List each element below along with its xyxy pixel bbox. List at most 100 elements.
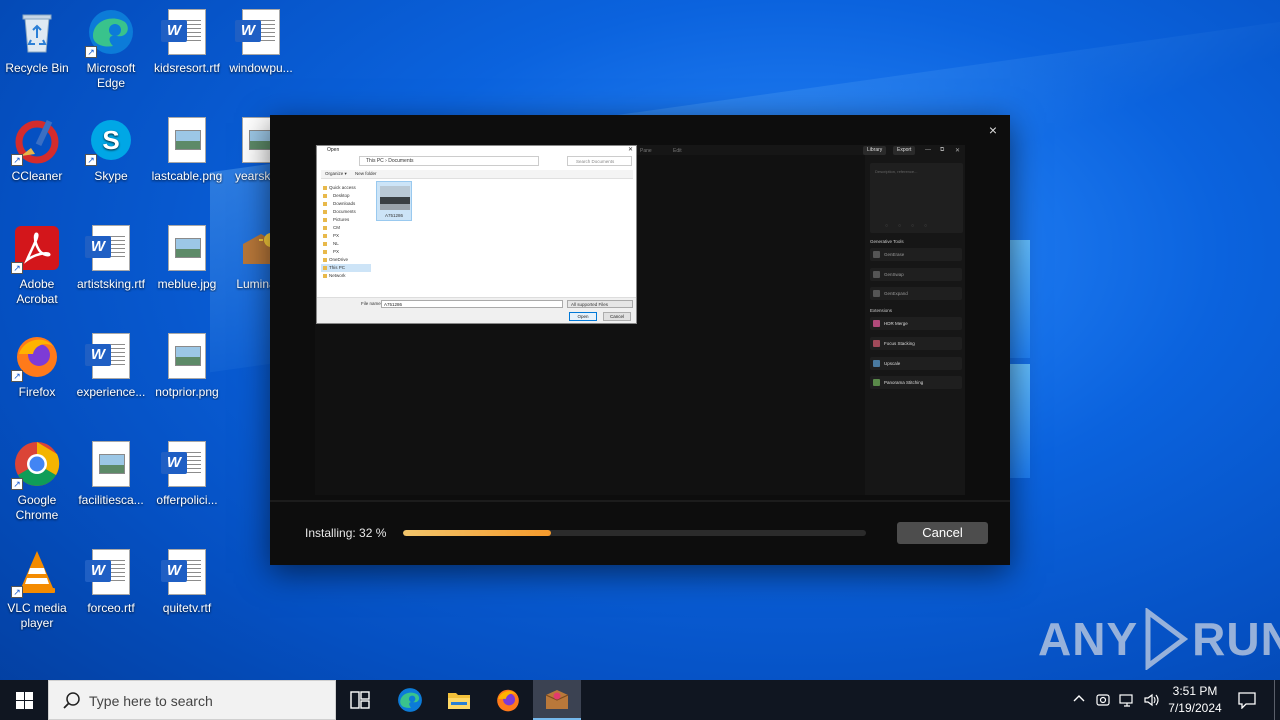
desktop-icon-label: meblue.jpg bbox=[157, 277, 217, 291]
taskbar: Type here to search 3:51 PM 7/19/2024 bbox=[0, 680, 1280, 720]
preview-extension-item: HDR Merge bbox=[870, 317, 962, 330]
desktop-icon-recycle-bin[interactable]: Recycle Bin bbox=[0, 0, 75, 104]
desktop-icon-vlc[interactable]: ↗ VLC media player bbox=[0, 540, 75, 644]
notification-icon[interactable] bbox=[1238, 691, 1256, 709]
preview-dialog-search: Search Documents bbox=[567, 156, 632, 166]
cancel-button[interactable]: Cancel bbox=[897, 522, 988, 544]
desktop-icon-label: Google Chrome bbox=[15, 493, 59, 522]
preview-export-button: Export bbox=[893, 146, 916, 155]
preview-top-text: Edit bbox=[673, 148, 682, 154]
word-doc-icon: W bbox=[85, 224, 135, 272]
desktop-icon-google-chrome[interactable]: ↗ Google Chrome bbox=[0, 432, 75, 536]
anyrun-watermark: ANY RUN bbox=[1038, 606, 1280, 672]
word-doc-icon: W bbox=[161, 440, 211, 488]
preview-filename-field: A751286 bbox=[381, 300, 563, 308]
desktop-icon-label: Skype bbox=[94, 169, 128, 183]
search-placeholder: Type here to search bbox=[89, 693, 213, 709]
start-button[interactable] bbox=[0, 680, 48, 720]
windows-logo-icon bbox=[15, 691, 33, 709]
installer-divider bbox=[270, 500, 1010, 502]
taskbar-clock[interactable]: 3:51 PM 7/19/2024 bbox=[1160, 683, 1230, 717]
installer-window: × Pane Edit Library Export — ⧉ ✕ Descrip… bbox=[270, 115, 1010, 565]
preview-prompt-placeholder: Description, reference... bbox=[875, 169, 918, 174]
preview-generative-item: GenExpand bbox=[870, 287, 962, 300]
desktop-icon-label: notprior.png bbox=[155, 385, 219, 399]
meet-now-icon[interactable] bbox=[1095, 692, 1111, 708]
preview-generative-item: GenErase bbox=[870, 248, 962, 261]
desktop-icon-windowpu[interactable]: W windowpu... bbox=[223, 0, 299, 104]
desktop-icon-ccleaner[interactable]: ↗ CCleaner bbox=[0, 108, 75, 212]
task-view-icon bbox=[350, 691, 370, 709]
desktop-icon-label: quitetv.rtf bbox=[162, 601, 212, 615]
desktop-icon-adobe-acrobat[interactable]: ↗ Adobe Acrobat bbox=[0, 216, 75, 320]
play-triangle-icon bbox=[1145, 608, 1189, 670]
taskbar-file-explorer-button[interactable] bbox=[435, 680, 483, 720]
preview-dialog-new-folder: New folder bbox=[355, 171, 377, 176]
desktop-icon-notprior[interactable]: notprior.png bbox=[149, 324, 225, 428]
desktop-icon-label: CCleaner bbox=[11, 169, 63, 183]
image-file-icon bbox=[163, 116, 211, 164]
preview-item-label: GenSwap bbox=[884, 272, 904, 277]
taskbar-search-box[interactable]: Type here to search bbox=[48, 680, 336, 720]
preview-dialog-toolbar: Organize ▾ New folder bbox=[321, 170, 633, 179]
preview-item-label: GenExpand bbox=[884, 291, 908, 296]
chevron-up-icon[interactable] bbox=[1071, 692, 1087, 708]
word-doc-icon: W bbox=[161, 8, 211, 56]
desktop-icon-artistsking[interactable]: W artistsking.rtf bbox=[73, 216, 149, 320]
desktop-icon-forceo[interactable]: W forceo.rtf bbox=[73, 540, 149, 644]
desktop-icon-offerpolici[interactable]: W offerpolici... bbox=[149, 432, 225, 536]
show-desktop-button[interactable] bbox=[1274, 680, 1275, 720]
preview-nav-item: PX bbox=[321, 232, 371, 240]
search-icon bbox=[63, 692, 80, 709]
desktop-icon-microsoft-edge[interactable]: ↗ Microsoft Edge bbox=[73, 0, 149, 104]
preview-dialog-bottom: File name: A751286 All supported Files O… bbox=[317, 297, 636, 323]
clock-date: 7/19/2024 bbox=[1168, 701, 1222, 715]
installer-preview-screenshot: Pane Edit Library Export — ⧉ ✕ Descripti… bbox=[315, 145, 965, 495]
network-icon[interactable] bbox=[1119, 692, 1135, 708]
preview-panel-tools: ○○○○ bbox=[885, 223, 938, 229]
firefox-icon bbox=[497, 689, 519, 712]
task-view-button[interactable] bbox=[336, 680, 384, 720]
preview-extension-item: Focus Stacking bbox=[870, 337, 962, 350]
watermark-left: ANY bbox=[1038, 613, 1139, 665]
taskbar-edge-button[interactable] bbox=[386, 680, 434, 720]
preview-dialog-close-icon: ✕ bbox=[627, 147, 633, 153]
desktop-icon-facilitiesca[interactable]: facilitiesca... bbox=[73, 432, 149, 536]
desktop-icon-label: Microsoft Edge bbox=[86, 61, 136, 90]
preview-library-button: Library bbox=[863, 146, 887, 155]
preview-item-label: Upscale bbox=[884, 361, 901, 366]
file-explorer-icon bbox=[448, 693, 470, 709]
desktop-icon-skype[interactable]: S ↗ Skype bbox=[73, 108, 149, 212]
preview-file-name: A751286 bbox=[384, 213, 404, 218]
desktop-icon-meblue[interactable]: meblue.jpg bbox=[149, 216, 225, 320]
volume-icon[interactable] bbox=[1143, 692, 1159, 708]
preview-top-text: Pane bbox=[640, 148, 652, 154]
desktop-icon-lastcable[interactable]: lastcable.png bbox=[149, 108, 225, 212]
acrobat-icon: ↗ bbox=[11, 224, 61, 274]
preview-dialog-title: Open bbox=[327, 147, 340, 153]
desktop-icon-firefox[interactable]: ↗ Firefox bbox=[0, 324, 75, 428]
preview-item-label: Focus Stacking bbox=[884, 341, 915, 346]
taskbar-firefox-button[interactable] bbox=[484, 680, 532, 720]
preview-prompt-panel: Description, reference... ○○○○ bbox=[870, 163, 963, 233]
desktop-icon-label: Adobe Acrobat bbox=[16, 277, 58, 306]
shortcut-arrow-icon: ↗ bbox=[11, 478, 23, 490]
desktop-icon-label: Firefox bbox=[18, 385, 56, 399]
desktop-icon-label: offerpolici... bbox=[156, 493, 218, 507]
desktop-icon-quitetv[interactable]: W quitetv.rtf bbox=[149, 540, 225, 644]
preview-close-icon: ✕ bbox=[955, 148, 961, 154]
preview-nav-item: PX bbox=[321, 248, 371, 256]
preview-file-thumbnail bbox=[380, 186, 410, 210]
preview-nav-item: OneDrive bbox=[321, 256, 371, 264]
taskbar-installer-button[interactable] bbox=[533, 680, 581, 720]
svg-text:S: S bbox=[102, 125, 119, 155]
preview-extension-item: Panorama Stitching bbox=[870, 376, 962, 389]
preview-nav-item: Pictures bbox=[321, 216, 371, 224]
image-file-icon bbox=[163, 332, 211, 380]
desktop-icon-label: VLC media player bbox=[7, 601, 67, 630]
desktop-icon-label: experience... bbox=[76, 385, 146, 399]
preview-filename-label: File name: bbox=[361, 301, 383, 306]
desktop-icon-kidsresort[interactable]: W kidsresort.rtf bbox=[149, 0, 225, 104]
desktop-icon-experience[interactable]: W experience... bbox=[73, 324, 149, 428]
close-icon[interactable]: × bbox=[986, 123, 1000, 137]
